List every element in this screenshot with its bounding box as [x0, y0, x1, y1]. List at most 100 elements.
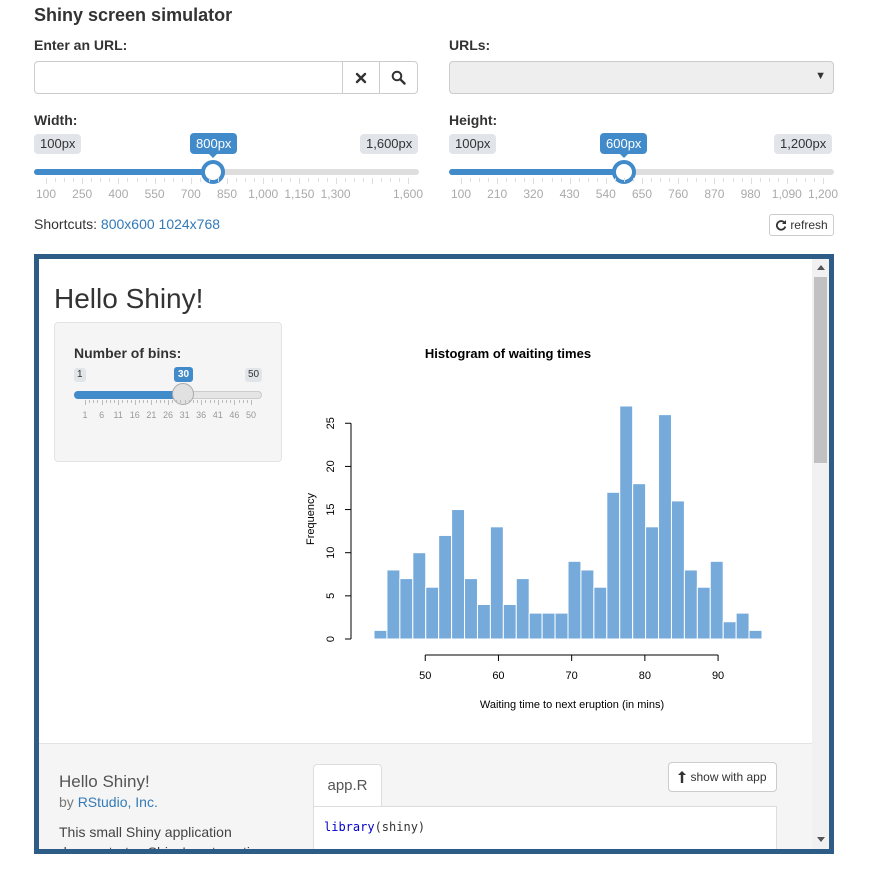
slider-minor-tick	[73, 178, 75, 182]
slider-tick-mark	[184, 400, 186, 405]
height-max-label: 1,200px	[774, 134, 833, 154]
search-button[interactable]	[379, 61, 418, 94]
slider-minor-tick	[660, 178, 662, 182]
slider-tick-mark	[82, 178, 84, 184]
preview-frame: Hello Shiny! Number of bins: 1 50 30 161…	[34, 254, 834, 854]
slider-tick-mark	[201, 400, 203, 405]
histogram-bar	[464, 578, 478, 640]
slider-tick-label: 1,300	[320, 187, 351, 201]
about-title: Hello Shiny!	[59, 772, 150, 791]
slider-tick-label: 1,090	[771, 187, 802, 201]
slider-minor-tick	[696, 178, 698, 182]
preview-scrollbar[interactable]	[812, 259, 829, 849]
slider-minor-tick	[147, 400, 149, 403]
histogram-bar	[515, 578, 530, 640]
slider-minor-tick	[109, 400, 111, 403]
slider-minor-tick	[155, 400, 157, 403]
scroll-up-arrow-icon[interactable]	[817, 265, 825, 270]
height-value-pointer	[620, 154, 628, 158]
histogram-bar	[683, 569, 698, 640]
slider-minor-tick	[176, 400, 178, 403]
bins-value-label: 30	[174, 367, 194, 382]
bins-slider-handle[interactable]	[172, 383, 194, 405]
shortcut-800x600[interactable]: 800x600	[101, 216, 155, 232]
slider-tick-mark	[118, 178, 120, 184]
x-tick-label: 80	[639, 670, 651, 682]
histogram-bar	[489, 526, 504, 640]
slider-minor-tick	[470, 178, 472, 182]
slider-minor-tick	[723, 178, 725, 182]
slider-minor-tick	[199, 178, 201, 182]
width-slider-handle[interactable]	[201, 160, 225, 184]
slider-tick-mark	[234, 400, 236, 405]
slider-minor-tick	[130, 400, 132, 403]
slider-minor-tick	[326, 178, 328, 182]
slider-minor-tick	[741, 178, 743, 182]
slider-minor-tick	[197, 400, 199, 403]
histogram-bar	[476, 603, 491, 640]
slider-minor-tick	[238, 400, 240, 403]
slider-tick-label: 700	[180, 187, 201, 201]
x-tick-label: 70	[566, 670, 578, 682]
histogram-bar	[541, 612, 556, 640]
chart-title: Histogram of waiting times	[425, 346, 591, 361]
slider-tick-label: 550	[144, 187, 165, 201]
scroll-down-arrow-icon[interactable]	[817, 837, 825, 842]
slider-minor-tick	[479, 178, 481, 182]
slider-minor-tick	[768, 178, 770, 182]
clear-button[interactable]	[342, 61, 380, 94]
slider-minor-tick	[795, 178, 797, 182]
author-link[interactable]: RStudio, Inc.	[78, 794, 158, 810]
slider-minor-tick	[89, 400, 91, 403]
slider-tick-label: 1,000	[248, 187, 279, 201]
slider-tick-mark	[151, 400, 153, 405]
scrollbar-thumb[interactable]	[814, 277, 827, 463]
slider-tick-mark	[569, 178, 571, 184]
histogram-bar	[567, 560, 582, 640]
slider-tick-mark	[605, 178, 607, 184]
url-input[interactable]	[34, 61, 343, 94]
slider-tick-label: 870	[704, 187, 725, 201]
slider-minor-tick	[551, 178, 553, 182]
slider-tick-mark	[714, 178, 716, 184]
width-slider-bar	[34, 169, 213, 175]
slider-minor-tick	[91, 178, 93, 182]
slider-tick-mark	[750, 178, 752, 184]
slider-tick-label: 210	[487, 187, 508, 201]
x-axis-label: Waiting time to next eruption (in mins)	[480, 699, 664, 711]
slider-minor-tick	[192, 400, 194, 403]
width-label: Width:	[34, 112, 78, 128]
histogram-bar	[554, 612, 569, 640]
y-tick-label: 15	[325, 503, 337, 515]
urls-select[interactable]: ▼	[449, 61, 834, 94]
shortcut-1024x768[interactable]: 1024x768	[159, 216, 221, 232]
histogram-bar	[748, 629, 763, 640]
slider-tick-label: 1	[82, 410, 88, 420]
slider-minor-tick	[732, 178, 734, 182]
slider-minor-tick	[542, 178, 544, 182]
slider-minor-tick	[213, 400, 215, 403]
width-value-label: 800px	[190, 133, 238, 154]
code-line: library(shiny)	[324, 820, 425, 834]
refresh-button[interactable]: refresh	[769, 214, 834, 236]
tab-app-r[interactable]: app.R	[313, 764, 382, 806]
show-with-app-label: show with app	[690, 770, 767, 784]
bins-max-label: 50	[245, 368, 263, 382]
slider-tick-mark	[408, 178, 409, 184]
slider-tick-label: 21	[146, 410, 157, 420]
slider-tick-label: 1,600	[392, 187, 424, 201]
slider-tick-label: 100	[450, 187, 472, 201]
histogram-bar	[580, 569, 595, 640]
show-with-app-button[interactable]: show with app	[668, 762, 777, 792]
histogram-bar	[658, 414, 672, 640]
histogram-bar	[502, 603, 517, 640]
about-description: This small Shiny application demonstrate…	[59, 824, 257, 849]
slider-tick-mark	[461, 178, 462, 184]
histogram-bar	[735, 612, 750, 640]
slider-tick-mark	[299, 178, 301, 184]
slider-tick-mark	[190, 178, 192, 184]
histogram-bar	[438, 534, 453, 640]
slider-tick-mark	[823, 178, 824, 184]
slider-minor-tick	[651, 178, 653, 182]
histogram-bar	[606, 491, 621, 640]
